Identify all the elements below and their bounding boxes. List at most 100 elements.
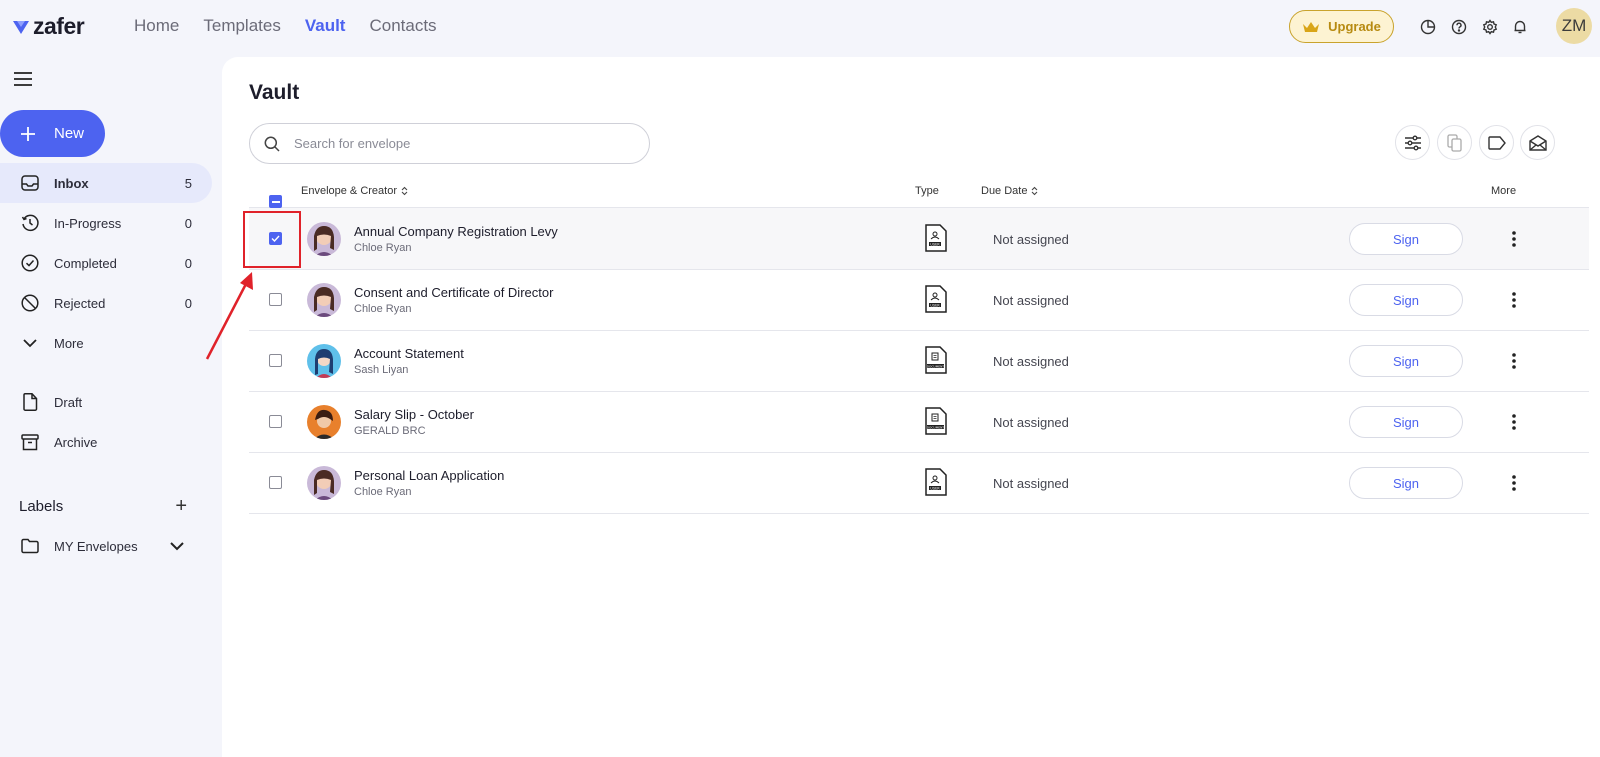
sidebar: New Inbox 5 In-Progress 0 Completed 0 Re…: [0, 54, 222, 757]
envelope-title: Account Statement: [354, 346, 464, 361]
nav-vault[interactable]: Vault: [305, 16, 346, 36]
mark-read-button[interactable]: [1520, 125, 1555, 160]
avatar: [307, 466, 341, 500]
sidebar-item-label: Archive: [54, 434, 98, 450]
clock-icon: [20, 213, 40, 233]
avatar: [307, 283, 341, 317]
column-type: Type: [915, 185, 939, 197]
row-checkbox[interactable]: [269, 415, 282, 428]
envelope-creator: Chloe Ryan: [354, 242, 412, 254]
sidebar-item-label: Rejected: [54, 295, 106, 311]
row-checkbox[interactable]: [269, 354, 282, 367]
document-icon: DOCUMENT: [925, 407, 947, 435]
nav-home[interactable]: Home: [134, 16, 179, 36]
due-date: Not assigned: [993, 476, 1069, 491]
sign-button[interactable]: Sign: [1349, 223, 1463, 255]
chevron-down-icon[interactable]: [170, 539, 184, 554]
svg-text:DOCUMENT: DOCUMENT: [927, 425, 945, 429]
add-label-icon[interactable]: +: [175, 496, 187, 516]
sidebar-item-draft[interactable]: Draft: [0, 382, 212, 422]
envelope-title: Annual Company Registration Levy: [354, 224, 558, 239]
hamburger-menu-icon[interactable]: [14, 72, 32, 91]
chart-icon[interactable]: [1418, 17, 1438, 37]
help-icon[interactable]: [1449, 17, 1469, 37]
column-due-label: Due Date: [981, 185, 1028, 197]
document-icon: DOCUMENT: [925, 346, 947, 374]
sidebar-item-inbox[interactable]: Inbox 5: [0, 163, 212, 203]
envelope-creator: Sash Liyan: [354, 364, 409, 376]
nav-templates[interactable]: Templates: [203, 16, 280, 36]
crown-icon: [1303, 21, 1320, 32]
sidebar-item-archive[interactable]: Archive: [0, 422, 212, 462]
annotation-arrow: [205, 272, 253, 360]
table-row[interactable]: Account Statement Sash Liyan DOCUMENT No…: [249, 330, 1589, 392]
labels-title: Labels: [19, 497, 64, 515]
top-bar: zafer Home Templates Vault Contacts Upgr…: [0, 0, 1600, 54]
ban-icon: [20, 293, 40, 313]
table-row[interactable]: Annual Company Registration Levy Chloe R…: [249, 208, 1589, 270]
sign-button[interactable]: Sign: [1349, 284, 1463, 316]
file-icon: [20, 392, 40, 412]
label-folder-name: MY Envelopes: [54, 538, 138, 554]
more-options-icon[interactable]: [1504, 472, 1524, 494]
plus-icon: [21, 126, 35, 141]
envelope-creator: GERALD BRC: [354, 425, 426, 437]
tag-icon: [1487, 135, 1506, 150]
sign-button[interactable]: Sign: [1349, 406, 1463, 438]
filter-button[interactable]: [1395, 125, 1430, 160]
upgrade-label: Upgrade: [1328, 19, 1381, 34]
more-options-icon[interactable]: [1504, 228, 1524, 250]
sign-button[interactable]: Sign: [1349, 345, 1463, 377]
labels-header: Labels +: [19, 496, 187, 516]
label-folder-my-envelopes[interactable]: MY Envelopes: [0, 526, 212, 566]
svg-text:DOCUMENT: DOCUMENT: [927, 364, 945, 368]
label-button[interactable]: [1479, 125, 1514, 160]
more-options-icon[interactable]: [1504, 350, 1524, 372]
sidebar-item-count: 0: [184, 295, 192, 311]
logo[interactable]: zafer: [12, 13, 85, 40]
row-checkbox[interactable]: [269, 476, 282, 489]
nav-contacts[interactable]: Contacts: [369, 16, 436, 36]
more-options-icon[interactable]: [1504, 411, 1524, 433]
copy-button[interactable]: [1437, 125, 1472, 160]
page-title: Vault: [249, 81, 300, 104]
logo-mark-icon: [13, 20, 29, 34]
sidebar-item-in-progress[interactable]: In-Progress 0: [0, 203, 212, 243]
bell-icon[interactable]: [1510, 17, 1530, 37]
envelope-creator: Chloe Ryan: [354, 486, 412, 498]
main-nav: Home Templates Vault Contacts: [134, 16, 437, 36]
new-button[interactable]: New: [0, 110, 105, 157]
table-row[interactable]: Salary Slip - October GERALD BRC DOCUMEN…: [249, 391, 1589, 453]
sidebar-item-label: Draft: [54, 394, 83, 410]
main-panel: Vault Envelope & Creator: [222, 57, 1600, 757]
row-checkbox[interactable]: [269, 293, 282, 306]
sidebar-item-completed[interactable]: Completed 0: [0, 243, 212, 283]
avatar: [307, 344, 341, 378]
sidebar-item-rejected[interactable]: Rejected 0: [0, 283, 212, 323]
annotation-highlight-box: [243, 211, 301, 268]
select-all-checkbox[interactable]: [269, 195, 282, 208]
due-date: Not assigned: [993, 415, 1069, 430]
table-row[interactable]: Consent and Certificate of Director Chlo…: [249, 269, 1589, 331]
column-envelope-label: Envelope & Creator: [301, 185, 397, 197]
table-header: Envelope & Creator Type Due Date More: [249, 174, 1589, 208]
search-input[interactable]: [294, 136, 624, 151]
settings-icon[interactable]: [1480, 17, 1500, 37]
table-row[interactable]: Personal Loan Application Chloe Ryan USE…: [249, 452, 1589, 514]
upgrade-button[interactable]: Upgrade: [1289, 10, 1394, 43]
user-avatar[interactable]: ZM: [1556, 8, 1592, 44]
inbox-icon: [20, 173, 40, 193]
sign-button[interactable]: Sign: [1349, 467, 1463, 499]
column-due-date[interactable]: Due Date: [981, 185, 1038, 197]
column-more: More: [1491, 185, 1517, 197]
sidebar-item-more[interactable]: More: [0, 323, 212, 363]
due-date: Not assigned: [993, 293, 1069, 308]
open-envelope-icon: [1528, 134, 1547, 151]
svg-text:USER: USER: [930, 303, 940, 307]
brand-name: zafer: [33, 13, 85, 39]
column-envelope[interactable]: Envelope & Creator: [301, 185, 408, 197]
chevron-down-icon: [20, 333, 40, 353]
more-options-icon[interactable]: [1504, 289, 1524, 311]
folder-icon: [20, 536, 40, 556]
search-box[interactable]: [249, 123, 650, 164]
